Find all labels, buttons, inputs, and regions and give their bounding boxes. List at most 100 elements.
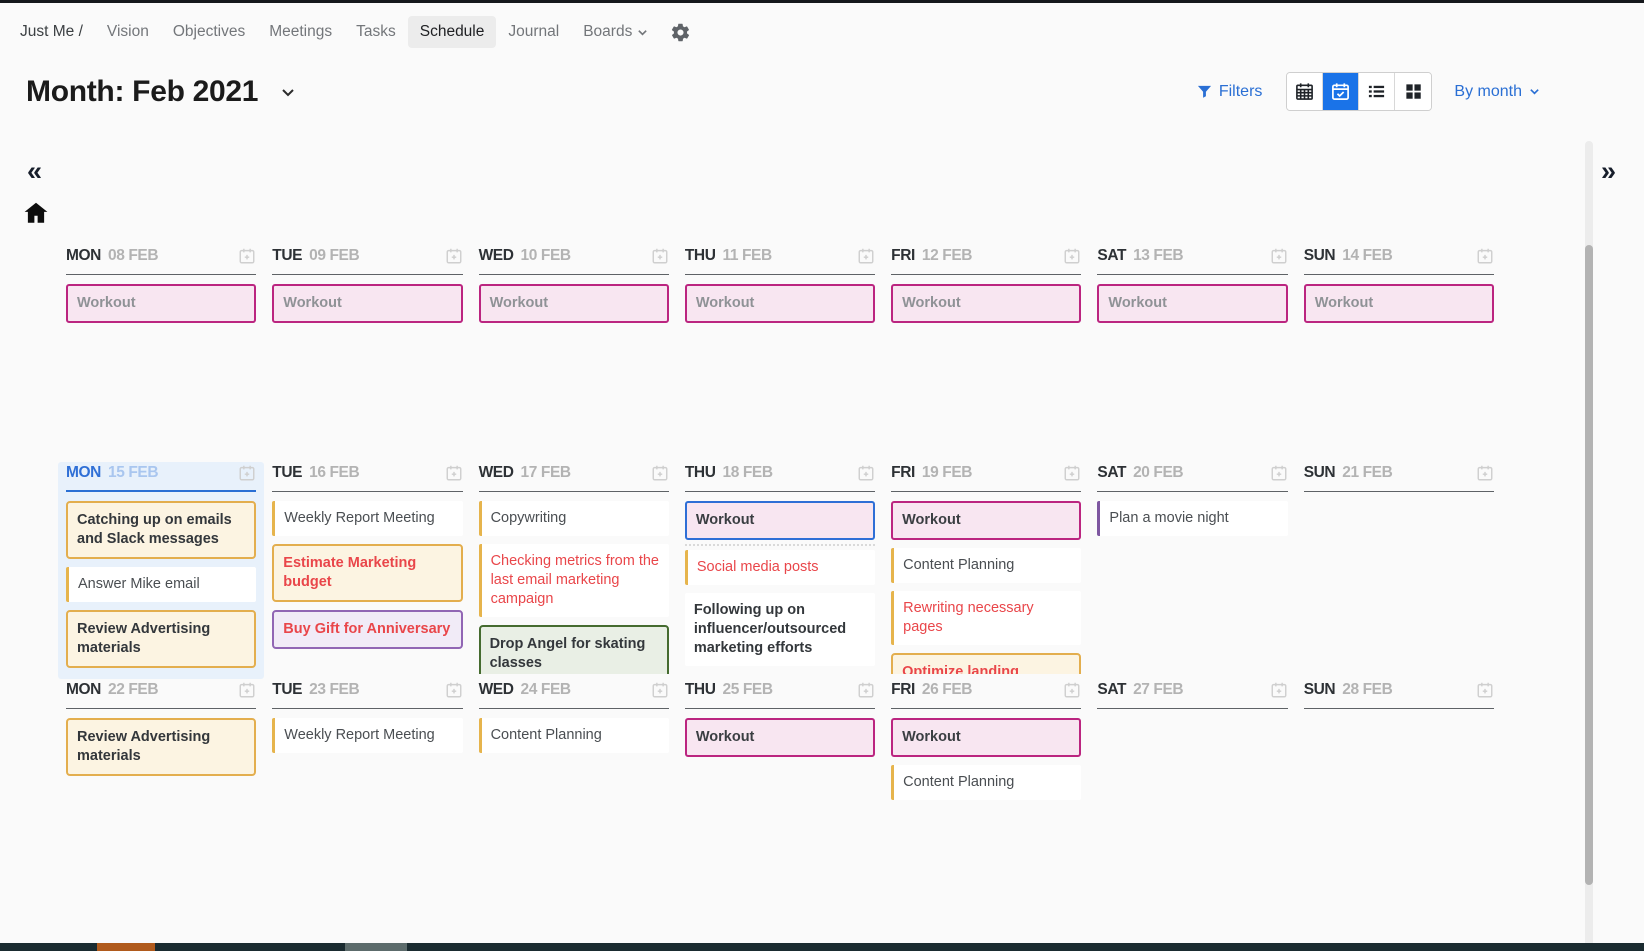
task-card[interactable]: Copywriting bbox=[479, 501, 669, 536]
add-task-icon[interactable] bbox=[238, 681, 256, 699]
task-card[interactable]: Workout bbox=[685, 501, 875, 540]
task-card[interactable]: Checking metrics from the last email mar… bbox=[479, 544, 669, 617]
task-card[interactable]: Social media posts bbox=[685, 550, 875, 585]
day-task-list[interactable]: Workout bbox=[685, 709, 875, 891]
task-card[interactable]: Rewriting necessary pages bbox=[891, 591, 1081, 645]
task-card[interactable]: Workout bbox=[685, 718, 875, 757]
add-task-icon[interactable] bbox=[857, 464, 875, 482]
day-task-list[interactable]: Workout bbox=[1097, 275, 1287, 457]
task-card[interactable]: Weekly Report Meeting bbox=[272, 718, 462, 753]
view-list-button[interactable] bbox=[1359, 73, 1395, 110]
task-card[interactable]: Drop Angel for skating classes bbox=[479, 625, 669, 674]
add-task-icon[interactable] bbox=[857, 681, 875, 699]
task-card[interactable]: Workout bbox=[891, 284, 1081, 323]
filters-button[interactable]: Filters bbox=[1197, 83, 1263, 101]
add-task-icon[interactable] bbox=[238, 464, 256, 482]
day-task-list[interactable]: Copywriting Checking metrics from the las… bbox=[479, 492, 669, 674]
day-name: THU bbox=[685, 681, 716, 699]
nav-item-journal[interactable]: Journal bbox=[496, 16, 571, 48]
add-task-icon[interactable] bbox=[651, 247, 669, 265]
next-period-arrow[interactable]: » bbox=[1601, 158, 1616, 185]
add-task-icon[interactable] bbox=[1476, 681, 1494, 699]
task-card[interactable]: Answer Mike email bbox=[66, 567, 256, 602]
day-cell-mon-22: MON22 FEBReview Advertising materials bbox=[58, 679, 264, 896]
add-task-icon[interactable] bbox=[445, 247, 463, 265]
day-task-list[interactable]: Workout bbox=[1304, 275, 1494, 457]
add-task-icon[interactable] bbox=[445, 681, 463, 699]
day-task-list[interactable] bbox=[1304, 709, 1494, 891]
task-card[interactable]: Workout bbox=[66, 284, 256, 323]
task-card[interactable]: Content Planning bbox=[479, 718, 669, 753]
add-task-icon[interactable] bbox=[1476, 247, 1494, 265]
view-board-button[interactable] bbox=[1395, 73, 1431, 110]
group-by-dropdown[interactable]: By month bbox=[1454, 83, 1540, 101]
add-task-icon[interactable] bbox=[1270, 681, 1288, 699]
task-card[interactable]: Workout bbox=[685, 284, 875, 323]
task-card[interactable]: Plan a movie night bbox=[1097, 501, 1287, 536]
nav-item-meetings[interactable]: Meetings bbox=[257, 16, 344, 48]
task-card[interactable]: Workout bbox=[1097, 284, 1287, 323]
nav-item-objectives[interactable]: Objectives bbox=[161, 16, 257, 48]
day-task-list[interactable]: Plan a movie night bbox=[1097, 492, 1287, 674]
task-card[interactable]: Review Advertising materials bbox=[66, 718, 256, 776]
add-task-icon[interactable] bbox=[1476, 464, 1494, 482]
day-task-list[interactable]: Workout Content Planning bbox=[891, 709, 1081, 891]
week-row-1: MON08 FEBWorkoutTUE09 FEBWorkoutWED10 FE… bbox=[58, 245, 1502, 462]
add-task-icon[interactable] bbox=[238, 247, 256, 265]
previous-period-arrow[interactable]: « bbox=[27, 158, 42, 185]
task-card[interactable]: Optimize landing bbox=[891, 653, 1081, 674]
day-task-list[interactable]: Weekly Report Meeting Estimate Marketing … bbox=[272, 492, 462, 674]
day-task-list[interactable]: Workout bbox=[685, 275, 875, 457]
page-scrollbar-thumb[interactable] bbox=[1585, 245, 1593, 885]
view-calendar-button[interactable] bbox=[1287, 73, 1323, 110]
task-card[interactable]: Workout bbox=[479, 284, 669, 323]
task-card[interactable]: Workout bbox=[1304, 284, 1494, 323]
task-card[interactable]: Content Planning bbox=[891, 765, 1081, 800]
day-task-list[interactable]: Workout Content Planning Rewriting necessa… bbox=[891, 492, 1081, 674]
day-header: TUE23 FEB bbox=[272, 679, 462, 709]
nav-item-schedule[interactable]: Schedule bbox=[408, 16, 497, 48]
nav-item-tasks[interactable]: Tasks bbox=[344, 16, 408, 48]
view-schedule-button[interactable] bbox=[1323, 73, 1359, 110]
task-card[interactable]: Content Planning bbox=[891, 548, 1081, 583]
day-task-list[interactable]: Workout bbox=[272, 275, 462, 457]
month-dropdown-icon[interactable] bbox=[278, 82, 298, 102]
add-task-icon[interactable] bbox=[1063, 464, 1081, 482]
day-task-list[interactable] bbox=[1097, 709, 1287, 891]
task-card[interactable]: Workout bbox=[891, 718, 1081, 757]
day-date: 15 FEB bbox=[108, 464, 238, 482]
day-task-list[interactable]: Review Advertising materials bbox=[66, 709, 256, 891]
task-card[interactable]: Workout bbox=[891, 501, 1081, 540]
day-task-list[interactable]: Workout Social media posts Following up on… bbox=[685, 492, 875, 674]
day-date: 16 FEB bbox=[309, 464, 444, 482]
task-card[interactable]: Following up on influencer/outsourced ma… bbox=[685, 593, 875, 666]
day-task-list[interactable]: Weekly Report Meeting bbox=[272, 709, 462, 891]
task-card[interactable]: Estimate Marketing budget bbox=[272, 544, 462, 602]
add-task-icon[interactable] bbox=[1063, 681, 1081, 699]
gear-icon[interactable] bbox=[670, 22, 691, 43]
add-task-icon[interactable] bbox=[445, 464, 463, 482]
add-task-icon[interactable] bbox=[1270, 464, 1288, 482]
day-task-list[interactable]: Workout bbox=[891, 275, 1081, 457]
task-card[interactable]: Weekly Report Meeting bbox=[272, 501, 462, 536]
task-card[interactable]: Review Advertising materials bbox=[66, 610, 256, 668]
nav-item-boards[interactable]: Boards bbox=[571, 16, 660, 48]
task-card[interactable]: Workout bbox=[272, 284, 462, 323]
day-task-list[interactable]: Content Planning bbox=[479, 709, 669, 891]
add-task-icon[interactable] bbox=[1063, 247, 1081, 265]
add-task-icon[interactable] bbox=[857, 247, 875, 265]
task-card[interactable]: Buy Gift for Anniversary bbox=[272, 610, 462, 649]
add-task-icon[interactable] bbox=[1270, 247, 1288, 265]
day-task-list[interactable]: Catching up on emails and Slack messages… bbox=[66, 492, 256, 674]
day-cell-tue-23: TUE23 FEB Weekly Report Meeting bbox=[264, 679, 470, 896]
day-task-list[interactable]: Workout bbox=[66, 275, 256, 457]
add-task-icon[interactable] bbox=[651, 464, 669, 482]
breadcrumb[interactable]: Just Me / bbox=[8, 16, 95, 48]
add-task-icon[interactable] bbox=[651, 681, 669, 699]
day-name: MON bbox=[66, 247, 101, 265]
home-button[interactable] bbox=[23, 200, 49, 226]
task-card[interactable]: Catching up on emails and Slack messages bbox=[66, 501, 256, 559]
day-task-list[interactable]: Workout bbox=[479, 275, 669, 457]
day-task-list[interactable] bbox=[1304, 492, 1494, 674]
nav-item-vision[interactable]: Vision bbox=[95, 16, 161, 48]
